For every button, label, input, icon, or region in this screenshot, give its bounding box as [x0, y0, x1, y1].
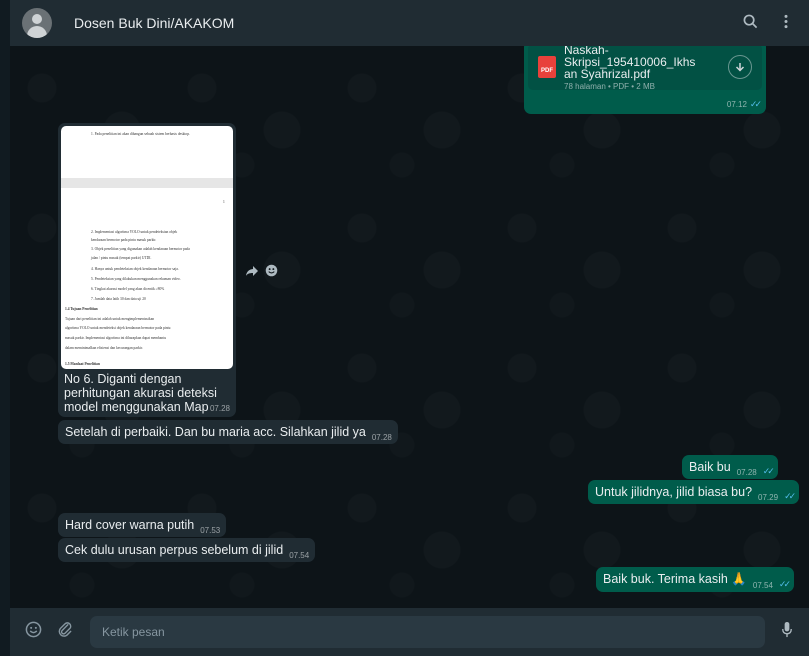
message-time: 07.28	[209, 404, 230, 413]
download-button[interactable]	[728, 55, 752, 79]
message-composer: Ketik pesan	[10, 608, 809, 656]
message-time: 07.28	[371, 433, 392, 442]
message-bubble-outgoing[interactable]: Baik buk. Terima kasih 🙏 07.54 ✓✓	[596, 567, 794, 592]
read-ticks-icon: ✓✓	[749, 99, 762, 109]
chat-area[interactable]: PDF Naskah-Skripsi_195410006_Ikhs an Syah…	[10, 46, 809, 608]
image-message[interactable]: 1. Pada penelitian ini akan dibangun seb…	[58, 123, 236, 417]
message-time: 07.54	[289, 551, 310, 560]
message-time: 07.29	[758, 493, 779, 502]
emoji-icon[interactable]	[22, 621, 44, 643]
microphone-icon[interactable]	[777, 621, 797, 643]
message-text: Hard cover warna putih	[65, 518, 195, 532]
download-arrow-icon	[735, 62, 745, 72]
message-bubble-outgoing[interactable]: Untuk jilidnya, jilid biasa bu? 07.29 ✓✓	[588, 480, 800, 504]
paperclip-icon[interactable]	[54, 621, 76, 643]
message-bubble-outgoing[interactable]: Baik bu 07.28 ✓✓	[682, 455, 778, 479]
message-text: Baik buk. Terima kasih 🙏	[603, 572, 747, 586]
message-bubble-incoming[interactable]: Hard cover warna putih 07.53	[58, 513, 227, 537]
document-page-image[interactable]: 1. Pada penelitian ini akan dibangun seb…	[61, 126, 233, 369]
chat-header[interactable]: Dosen Buk Dini/AKAKOM	[10, 0, 809, 46]
message-time: 07.28	[736, 468, 757, 477]
message-time: 07.53	[200, 526, 221, 535]
search-icon[interactable]	[739, 14, 761, 33]
message-text: Cek dulu urusan perpus sebelum di jilid	[65, 543, 284, 557]
document-card[interactable]: PDF Naskah-Skripsi_195410006_Ikhs an Syah…	[528, 46, 762, 91]
message-text: Setelah di perbaiki. Dan bu maria acc. S…	[65, 425, 366, 439]
pdf-file-icon: PDF	[538, 56, 556, 78]
react-emoji-icon[interactable]	[262, 264, 280, 282]
message-text: Baik bu	[689, 460, 731, 474]
message-bubble-incoming[interactable]: Cek dulu urusan perpus sebelum di jilid …	[58, 538, 316, 562]
message-meta: 07.28	[210, 400, 230, 414]
whatsapp-web-app: Dosen Buk Dini/AKAKOM PDF Naskah-Skripsi…	[0, 0, 809, 656]
forward-icon[interactable]	[243, 264, 261, 282]
contact-name[interactable]: Dosen Buk Dini/AKAKOM	[74, 15, 725, 31]
kebab-menu-icon[interactable]	[775, 14, 797, 33]
message-time: 07.54	[752, 581, 773, 590]
document-meta: 78 halaman • PDF • 2 MB	[564, 81, 655, 91]
read-ticks-icon: ✓✓	[762, 466, 775, 476]
document-message[interactable]: PDF Naskah-Skripsi_195410006_Ikhs an Syah…	[524, 46, 766, 114]
message-time: 07.12	[726, 100, 747, 109]
document-file-name: Naskah-Skripsi_195410006_Ikhs an Syahriza…	[564, 46, 696, 81]
read-ticks-icon: ✓✓	[778, 579, 791, 589]
avatar[interactable]	[22, 8, 52, 38]
message-input[interactable]: Ketik pesan	[90, 616, 765, 648]
image-caption: No 6. Diganti dengan perhitungan akurasi…	[64, 372, 217, 414]
left-edge-strip	[0, 0, 10, 656]
message-text: Untuk jilidnya, jilid biasa bu?	[595, 485, 753, 499]
message-bubble-incoming[interactable]: Setelah di perbaiki. Dan bu maria acc. S…	[58, 420, 398, 444]
read-ticks-icon: ✓✓	[784, 491, 796, 501]
message-meta: 07.12 ✓✓	[726, 96, 762, 110]
